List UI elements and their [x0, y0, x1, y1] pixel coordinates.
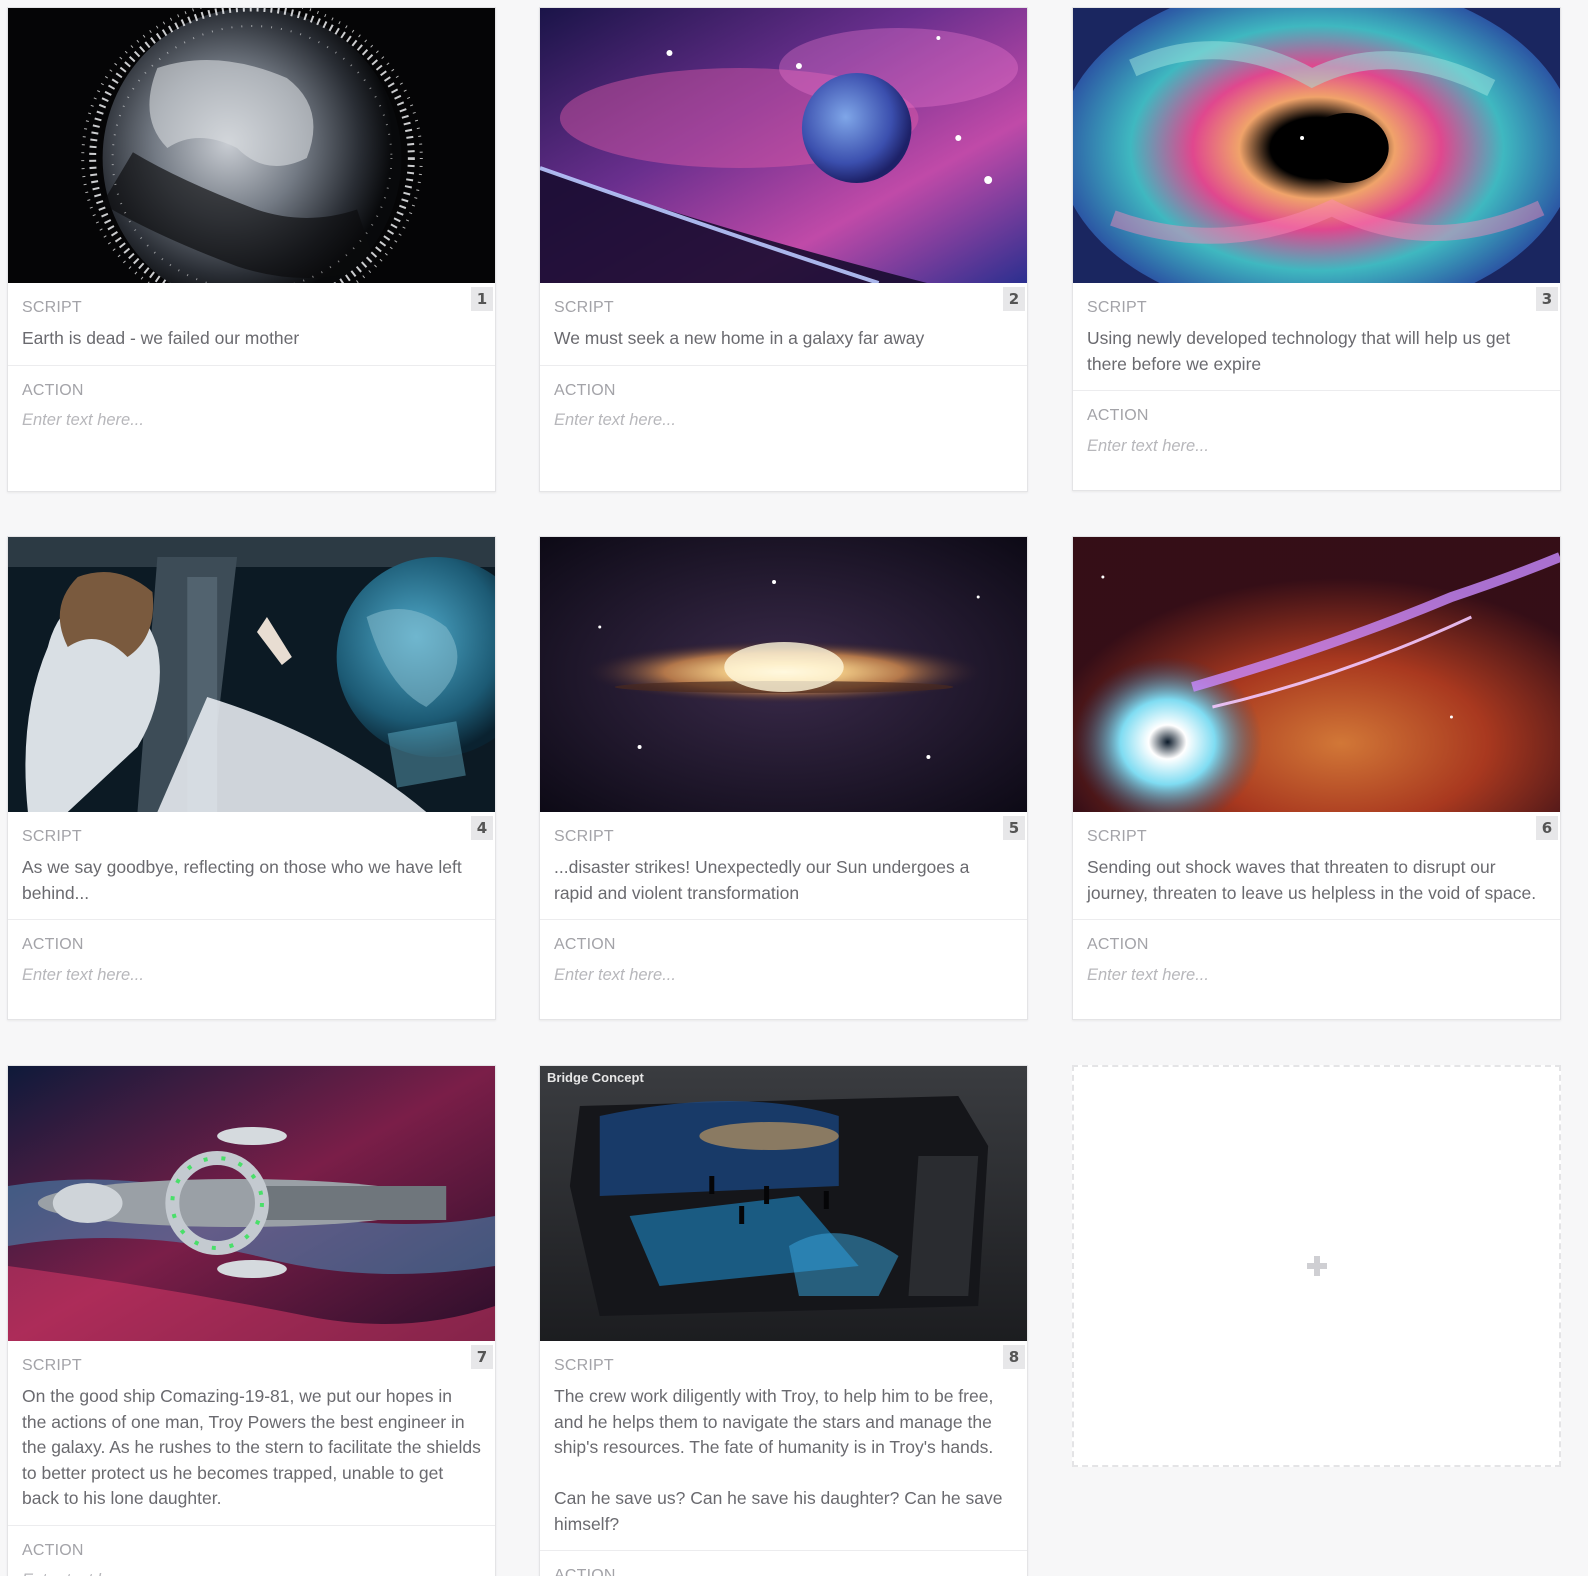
action-input[interactable]: [22, 408, 481, 433]
galaxy-disk-image[interactable]: [540, 537, 1027, 812]
panel-number: 7: [471, 1345, 493, 1369]
panel-number: 6: [1536, 816, 1558, 840]
panel-number: 5: [1003, 816, 1025, 840]
script-text[interactable]: Using newly developed technology that wi…: [1087, 326, 1546, 377]
storyboard-panel: 4 SCRIPT As we say goodbye, reflecting o…: [7, 536, 496, 1020]
action-label: ACTION: [1087, 936, 1149, 953]
script-label: SCRIPT: [554, 828, 614, 845]
action-label: ACTION: [554, 936, 616, 953]
nebula-planet-image[interactable]: [540, 8, 1027, 283]
script-label: SCRIPT: [22, 1357, 82, 1374]
storyboard-panel: 2 SCRIPT We must seek a new home in a ga…: [539, 7, 1028, 492]
script-label: SCRIPT: [554, 299, 614, 316]
panel-number: 3: [1536, 287, 1558, 311]
action-input[interactable]: [554, 408, 1013, 433]
script-section: SCRIPT Sending out shock waves that thre…: [1073, 812, 1560, 920]
script-section: SCRIPT Earth is dead - we failed our mot…: [8, 283, 495, 366]
script-section: SCRIPT ...disaster strikes! Unexpectedly…: [540, 812, 1027, 920]
action-section: ACTION: [8, 366, 495, 491]
action-label: ACTION: [22, 1541, 84, 1559]
storyboard-panel: 6 SCRIPT Sending out shock waves that th…: [1072, 536, 1561, 1020]
action-label: ACTION: [22, 381, 84, 399]
panel-number: 2: [1003, 287, 1025, 311]
action-input[interactable]: [1087, 963, 1546, 987]
script-text[interactable]: We must seek a new home in a galaxy far …: [554, 326, 1013, 352]
action-label: ACTION: [1087, 407, 1149, 424]
storyboard-panel: 3 SCRIPT Using newly developed technolog…: [1072, 7, 1561, 491]
action-label: ACTION: [22, 936, 84, 953]
action-label: ACTION: [554, 381, 616, 399]
action-section: ACTION: [540, 366, 1027, 491]
action-section: ACTION: [1073, 920, 1560, 1019]
storyboard-panel: 1 SCRIPT Earth is dead - we failed our m…: [7, 7, 496, 492]
woman-at-spaceship-window-image[interactable]: [8, 537, 495, 812]
action-section: ACTION: [8, 1526, 495, 1576]
script-text[interactable]: On the good ship Comazing-19-81, we put …: [22, 1384, 481, 1512]
panel-number: 4: [471, 816, 493, 840]
script-text[interactable]: As we say goodbye, reflecting on those w…: [22, 855, 481, 906]
black-hole-star-jet-image[interactable]: [1073, 537, 1560, 812]
panel-number: 8: [1003, 1345, 1025, 1369]
action-input[interactable]: [554, 963, 1013, 987]
spaceship-nebula-image[interactable]: [8, 1066, 495, 1341]
script-text[interactable]: The crew work diligently with Troy, to h…: [554, 1384, 1013, 1537]
script-section: SCRIPT Using newly developed technology …: [1073, 283, 1560, 391]
action-input[interactable]: [22, 963, 481, 987]
storyboard-panel: 5 SCRIPT ...disaster strikes! Unexpected…: [539, 536, 1028, 1020]
bridge-concept-image[interactable]: Bridge Concept: [540, 1066, 1027, 1341]
script-label: SCRIPT: [1087, 299, 1147, 316]
script-section: SCRIPT The crew work diligently with Tro…: [540, 1341, 1027, 1551]
action-section: ACTION: [540, 1551, 1027, 1576]
action-section: ACTION: [540, 920, 1027, 1019]
earth-space-debris-image[interactable]: [8, 8, 495, 283]
storyboard-panel: Bridge Concept 8 SCRIPT The crew work di…: [539, 1065, 1028, 1576]
script-text[interactable]: Sending out shock waves that threaten to…: [1087, 855, 1546, 906]
script-label: SCRIPT: [22, 299, 82, 316]
script-section: SCRIPT As we say goodbye, reflecting on …: [8, 812, 495, 920]
script-text[interactable]: ...disaster strikes! Unexpectedly our Su…: [554, 855, 1013, 906]
colorful-black-hole-image[interactable]: [1073, 8, 1560, 283]
action-input[interactable]: [1087, 434, 1546, 458]
plus-icon: [1306, 1256, 1327, 1276]
script-section: SCRIPT On the good ship Comazing-19-81, …: [8, 1341, 495, 1526]
action-label: ACTION: [554, 1567, 616, 1576]
script-label: SCRIPT: [1087, 828, 1147, 845]
script-label: SCRIPT: [22, 828, 82, 845]
panel-number: 1: [471, 287, 493, 311]
storyboard-panel: 7 SCRIPT On the good ship Comazing-19-81…: [7, 1065, 496, 1576]
image-caption: Bridge Concept: [547, 1070, 644, 1085]
script-section: SCRIPT We must seek a new home in a gala…: [540, 283, 1027, 366]
action-section: ACTION: [8, 920, 495, 1019]
script-text[interactable]: Earth is dead - we failed our mother: [22, 326, 481, 352]
script-label: SCRIPT: [554, 1357, 614, 1374]
add-panel-button[interactable]: [1072, 1065, 1561, 1467]
storyboard-grid: 1 SCRIPT Earth is dead - we failed our m…: [0, 0, 1588, 1576]
action-section: ACTION: [1073, 391, 1560, 490]
action-input[interactable]: [22, 1568, 481, 1576]
